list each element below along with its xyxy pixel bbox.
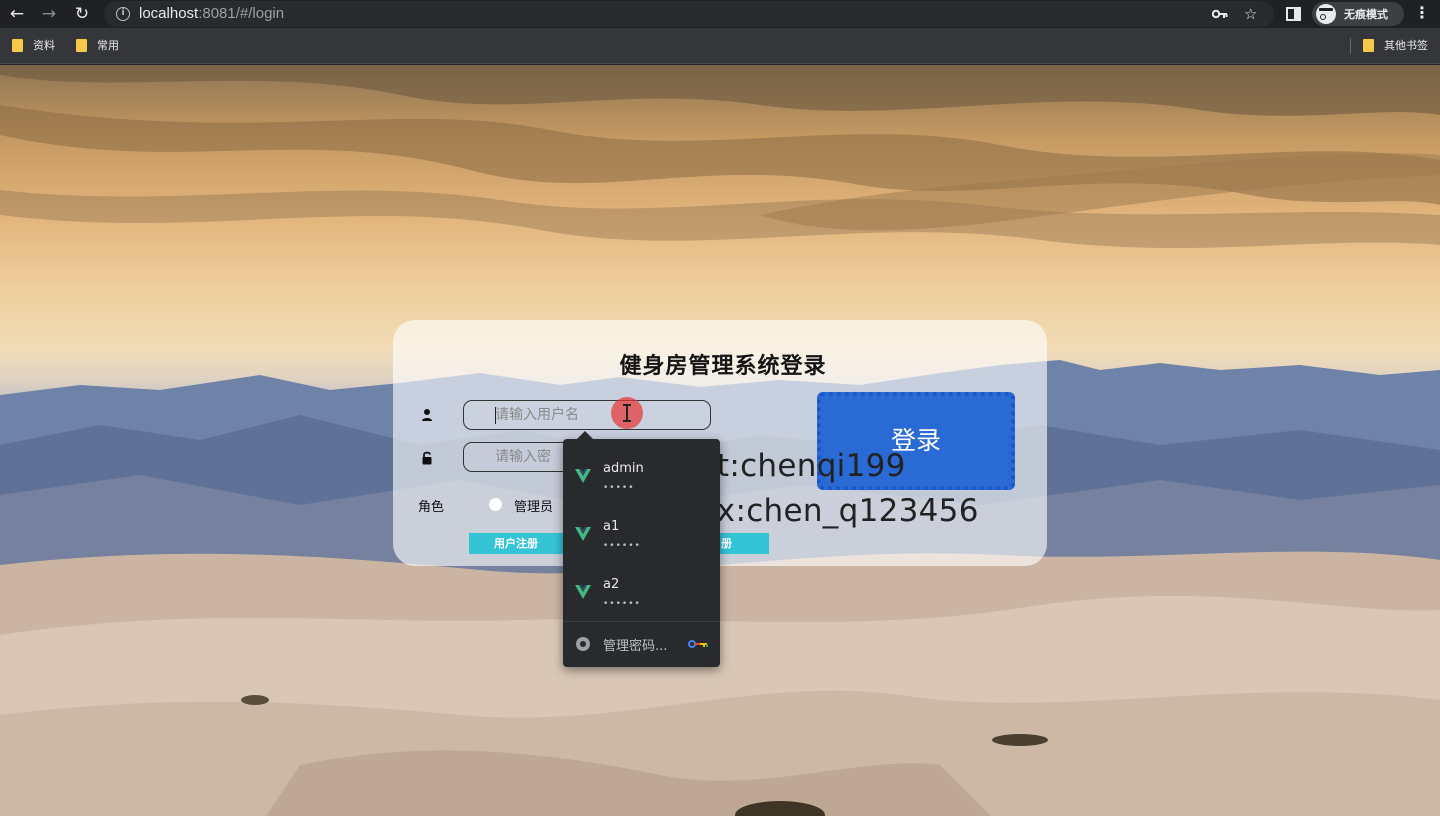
folder-icon (76, 38, 87, 52)
vue-site-icon (575, 527, 591, 541)
autofill-item-a1[interactable]: a1 •••••• (563, 505, 720, 561)
page-title: 健身房管理系统登录 (619, 354, 827, 379)
bookmarks-bar: 资料 常用 其他书签 (0, 28, 1440, 64)
autofill-item-a2[interactable]: a2 •••••• (563, 563, 720, 619)
vue-site-icon (575, 469, 591, 483)
browser-menu-icon[interactable]: ⋮ (1414, 3, 1430, 22)
incognito-icon (1316, 4, 1336, 24)
vue-site-icon (575, 585, 591, 599)
watermark-git: git:chenqi199 (688, 448, 906, 484)
bookmark-folder-ziliao[interactable]: 资料 (12, 38, 55, 54)
sand-dunes-illustration (0, 551, 1440, 816)
site-info-icon[interactable]: i (116, 7, 130, 21)
text-caret (495, 407, 496, 424)
manage-passwords-link[interactable]: 管理密码... (603, 635, 667, 654)
password-autofill-popup: admin ••••• a1 •••••• a2 •••••• 管理密码... (563, 431, 720, 667)
register-button-right[interactable]: 册 (719, 533, 769, 554)
autofill-item-admin[interactable]: admin ••••• (563, 447, 720, 503)
login-card: 健身房管理系统登录 角色 管理员 用户注册 册 登录 (393, 320, 1047, 566)
back-icon[interactable]: ← (6, 3, 28, 25)
autofill-password-mask: ••••• (603, 483, 635, 493)
autofill-username: a2 (603, 577, 620, 592)
incognito-badge[interactable]: 无痕模式 (1312, 2, 1404, 26)
role-option-label[interactable]: 管理员 (514, 496, 553, 515)
role-radio-admin[interactable] (489, 498, 502, 511)
folder-icon (1363, 38, 1374, 52)
folder-icon (12, 38, 23, 52)
forward-icon[interactable]: → (38, 3, 60, 25)
user-register-button[interactable]: 用户注册 (469, 533, 563, 554)
popup-divider (563, 621, 720, 622)
popup-arrow (577, 431, 593, 439)
watermark-wx: v x:chen_q123456 (688, 493, 979, 529)
password-manager-key-icon (688, 640, 708, 648)
username-input[interactable] (464, 401, 710, 429)
lock-icon (422, 451, 432, 465)
autofill-password-mask: •••••• (603, 599, 641, 609)
autofill-password-mask: •••••• (603, 541, 641, 551)
user-icon (422, 409, 432, 421)
chrome-icon (576, 637, 590, 651)
url-text[interactable]: localhost:8081/#/login (139, 5, 284, 22)
side-panel-icon[interactable] (1286, 7, 1301, 21)
role-label: 角色 (418, 500, 445, 515)
text-cursor-icon (623, 404, 631, 422)
address-bar[interactable]: i localhost:8081/#/login ☆ (104, 1, 1274, 27)
bookmark-folder-other[interactable]: 其他书签 (1363, 38, 1428, 54)
autofill-username: a1 (603, 519, 620, 534)
bookmarks-divider (1350, 38, 1351, 54)
username-field[interactable] (463, 400, 711, 430)
browser-toolbar: ← → ↻ i localhost:8081/#/login ☆ 无痕模式 ⋮ (0, 0, 1440, 28)
reload-icon[interactable]: ↻ (71, 3, 93, 25)
bookmark-folder-changyong[interactable]: 常用 (76, 38, 119, 54)
autofill-username: admin (603, 461, 644, 476)
bookmark-star-icon[interactable]: ☆ (1244, 4, 1257, 24)
password-key-icon[interactable] (1212, 7, 1228, 21)
